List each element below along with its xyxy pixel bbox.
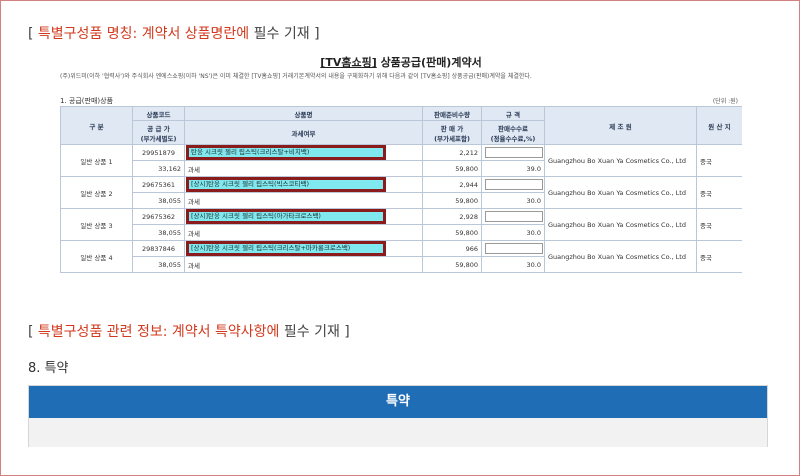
product-name-highlight[interactable]: [상시]탄웅 시크릿 젤리 립스틱(크리스탈+마카롱크로스백) xyxy=(186,241,386,256)
notice-open-bracket: [ xyxy=(28,324,38,340)
contract-intro: (주)위드미(이하 '협력사')와 주식회사 엔에스쇼핑(이하 'NS')은 이… xyxy=(60,73,532,80)
contract-document: [TV홈쇼핑] 상품공급(판매)계약서 (주)위드미(이하 '협력사')와 주식… xyxy=(60,54,742,292)
row-maker: Guangzhou Bo Xuan Ya Cosmetics Co., Ltd xyxy=(544,144,697,177)
fee-input[interactable] xyxy=(485,147,543,158)
row-fee-input-cell xyxy=(481,176,545,193)
row-product-name[interactable]: [상시]탄웅 시크릿 젤리 립스틱(아가타크로스백) xyxy=(184,208,423,225)
header-maker: 제 조 원 xyxy=(544,106,697,145)
row-origin: 중국 xyxy=(696,176,742,209)
row-qty: 2,928 xyxy=(422,208,482,225)
notice-rest-text: 필수 기재 ] xyxy=(279,324,350,340)
row-origin: 중국 xyxy=(696,240,742,273)
header-supply-price-sub: (부가세별도) xyxy=(140,134,177,143)
header-sales-qty: 판매준비수량 xyxy=(422,106,482,121)
fee-input[interactable] xyxy=(485,179,543,190)
row-fee: 30.0 xyxy=(481,192,545,209)
row-fee: 30.0 xyxy=(481,256,545,273)
unit-label: (단위 :원) xyxy=(712,98,738,105)
row-code: 29675361 xyxy=(132,176,185,193)
row-code: 29675362 xyxy=(132,208,185,225)
row-code: 29951879 xyxy=(132,144,185,161)
special-terms-header: 특약 xyxy=(29,386,767,418)
row-tax: 과세 xyxy=(184,192,423,209)
contract-title-rest: 상품공급(판매)계약서 xyxy=(376,56,482,69)
row-code: 29837846 xyxy=(132,240,185,257)
header-fee-sub: (정율수수료,%) xyxy=(490,134,536,143)
header-supply-price: 공 급 가 (부가세별도) xyxy=(132,120,185,145)
fee-input[interactable] xyxy=(485,211,543,222)
row-supply: 33,162 xyxy=(132,160,185,177)
header-tax-status: 과세여부 xyxy=(184,120,423,145)
contract-title-bracket: [TV홈쇼핑] xyxy=(320,56,377,69)
notice-highlight-text: 특별구성품 명칭: 계약서 상품명란에 xyxy=(37,26,250,42)
fee-input[interactable] xyxy=(485,243,543,254)
product-name-highlight[interactable]: [상시]탄웅 시크릿 젤리 립스틱(빅스코티백) xyxy=(186,177,386,192)
section-supply-products-label: 1. 공급(판매)상품 xyxy=(60,97,114,105)
row-product-name[interactable]: 탄웅 시크릿 젤리 립스틱(크리스탈+비치백) xyxy=(184,144,423,161)
row-product-name[interactable]: [상시]탄웅 시크릿 젤리 립스틱(크리스탈+마카롱크로스백) xyxy=(184,240,423,257)
row-supply: 38,055 xyxy=(132,224,185,241)
section-supply-products: 1. 공급(판매)상품 (단위 :원) xyxy=(60,96,742,105)
product-name-highlight[interactable]: [상시]탄웅 시크릿 젤리 립스틱(아가타크로스백) xyxy=(186,209,386,224)
product-table: 구 분 상품코드 상품명 판매준비수량 규 격 제 조 원 원 산 지 공 급 … xyxy=(60,106,742,273)
notice-product-name: [ 특별구성품 명칭: 계약서 상품명란에 필수 기재 ] xyxy=(28,23,320,43)
header-sales-price-label: 판 매 가 xyxy=(440,124,464,133)
row-product-name[interactable]: [상시]탄웅 시크릿 젤리 립스틱(빅스코티백) xyxy=(184,176,423,193)
contract-title: [TV홈쇼핑] 상품공급(판매)계약서 xyxy=(60,54,742,69)
header-fee: 판매수수료 (정율수수료,%) xyxy=(481,120,545,145)
notice-open-bracket: [ xyxy=(28,26,38,42)
row-tax: 과세 xyxy=(184,224,423,241)
table-row: 일반 상품 4 29837846 [상시]탄웅 시크릿 젤리 립스틱(크리스탈+… xyxy=(60,240,742,273)
row-qty: 2,212 xyxy=(422,144,482,161)
notice-highlight-text: 특별구성품 관련 정보: 계약서 특약사항에 xyxy=(37,324,280,340)
header-origin: 원 산 지 xyxy=(696,106,742,145)
section-special-terms-title: 8. 특약 xyxy=(28,361,69,376)
table-row: 일반 상품 1 29951879 탄웅 시크릿 젤리 립스틱(크리스탈+비치백)… xyxy=(60,144,742,177)
header-spec: 규 격 xyxy=(481,106,545,121)
table-row: 일반 상품 3 29675362 [상시]탄웅 시크릿 젤리 립스틱(아가타크로… xyxy=(60,208,742,241)
row-division: 일반 상품 1 xyxy=(60,144,133,177)
row-supply: 38,055 xyxy=(132,192,185,209)
header-supply-price-label: 공 급 가 xyxy=(147,124,170,133)
row-fee-input-cell xyxy=(481,240,545,257)
row-fee: 39.0 xyxy=(481,160,545,177)
row-fee-input-cell xyxy=(481,144,545,161)
product-name-highlight[interactable]: 탄웅 시크릿 젤리 립스틱(크리스탈+비치백) xyxy=(186,145,386,160)
row-origin: 중국 xyxy=(696,144,742,177)
row-tax: 과세 xyxy=(184,160,423,177)
notice-rest-text: 필수 기재 ] xyxy=(249,26,320,42)
row-maker: Guangzhou Bo Xuan Ya Cosmetics Co., Ltd xyxy=(544,240,697,273)
row-tax: 과세 xyxy=(184,256,423,273)
row-price: 59,800 xyxy=(422,160,482,177)
table-row: 일반 상품 2 29675361 [상시]탄웅 시크릿 젤리 립스틱(빅스코티백… xyxy=(60,176,742,209)
header-division: 구 분 xyxy=(60,106,133,145)
row-price: 59,800 xyxy=(422,192,482,209)
notice-special-terms: [ 특별구성품 관련 정보: 계약서 특약사항에 필수 기재 ] xyxy=(28,321,350,341)
row-supply: 38,055 xyxy=(132,256,185,273)
row-fee: 30.0 xyxy=(481,224,545,241)
row-qty: 966 xyxy=(422,240,482,257)
header-sales-price-sub: (부가세포함) xyxy=(434,134,470,143)
row-qty: 2,944 xyxy=(422,176,482,193)
row-fee-input-cell xyxy=(481,208,545,225)
header-fee-label: 판매수수료 xyxy=(498,124,528,133)
row-division: 일반 상품 2 xyxy=(60,176,133,209)
special-terms-panel: 특약 xyxy=(28,385,768,447)
row-division: 일반 상품 3 xyxy=(60,208,133,241)
row-origin: 중국 xyxy=(696,208,742,241)
special-terms-body[interactable] xyxy=(29,418,767,447)
row-maker: Guangzhou Bo Xuan Ya Cosmetics Co., Ltd xyxy=(544,208,697,241)
row-division: 일반 상품 4 xyxy=(60,240,133,273)
header-product-name: 상품명 xyxy=(184,106,423,121)
row-maker: Guangzhou Bo Xuan Ya Cosmetics Co., Ltd xyxy=(544,176,697,209)
header-sales-price: 판 매 가 (부가세포함) xyxy=(422,120,482,145)
row-price: 59,800 xyxy=(422,256,482,273)
header-product-code: 상품코드 xyxy=(132,106,185,121)
row-price: 59,800 xyxy=(422,224,482,241)
